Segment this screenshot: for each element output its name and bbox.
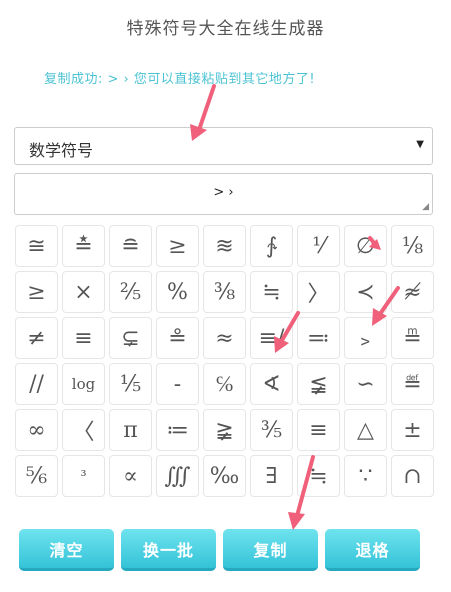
symbol-cell[interactable]: ≞ — [391, 317, 434, 359]
symbol-cell[interactable]: ≩ — [203, 409, 246, 451]
symbol-cell[interactable]: % — [156, 271, 199, 313]
symbol-cell[interactable]: // — [15, 363, 58, 405]
symbol-cell[interactable]: ≛ — [62, 225, 105, 267]
symbol-cell[interactable]: ⅗ — [250, 409, 293, 451]
page-title: 特殊符号大全在线生成器 — [126, 19, 325, 39]
symbol-cell[interactable]: ∽ — [344, 363, 387, 405]
clear-button[interactable]: 清空 — [19, 529, 114, 571]
symbol-cell[interactable]: ⅕ — [109, 363, 152, 405]
action-button-row: 清空 换一批 复制 退格 — [19, 529, 420, 571]
symbol-cell[interactable]: π — [109, 409, 152, 451]
symbol-cell[interactable]: ≘ — [109, 225, 152, 267]
symbol-cell[interactable]: ∵ — [344, 455, 387, 497]
symbol-cell[interactable]: ∩ — [391, 455, 434, 497]
dropdown-caret-icon: ▼ — [416, 139, 424, 150]
symbol-cell[interactable]: ∞ — [15, 409, 58, 451]
symbol-cell[interactable]: ³ — [62, 455, 105, 497]
copy-status-message: 复制成功: > › 您可以直接粘贴到其它地方了! — [44, 72, 316, 87]
symbol-cell[interactable]: ⅟ — [297, 225, 340, 267]
symbol-cell[interactable]: ⅛ — [391, 225, 434, 267]
symbol-cell[interactable]: ≨ — [297, 363, 340, 405]
symbol-cell[interactable]: ∃ — [250, 455, 293, 497]
symbol-cell[interactable]: ∭ — [156, 455, 199, 497]
symbol-cell[interactable]: ≗ — [156, 317, 199, 359]
symbol-cell[interactable]: × — [62, 271, 105, 313]
symbol-cell[interactable]: ≒ — [250, 271, 293, 313]
symbol-cell[interactable]: ≺ — [344, 271, 387, 313]
next-batch-button[interactable]: 换一批 — [121, 529, 216, 571]
symbol-cell[interactable]: ≡ — [297, 409, 340, 451]
symbol-cell[interactable]: ≥ — [156, 225, 199, 267]
copy-button[interactable]: 复制 — [223, 529, 318, 571]
symbol-cell[interactable]: ≥ — [15, 271, 58, 313]
symbol-cell[interactable]: ≡ — [62, 317, 105, 359]
symbol-cell[interactable]: log — [62, 363, 105, 405]
symbol-cell[interactable]: ∱ — [250, 225, 293, 267]
symbol-cell[interactable]: ≅ — [15, 225, 58, 267]
symbol-cell[interactable]: ≝ — [391, 363, 434, 405]
symbol-generator-page: 特殊符号大全在线生成器 复制成功: > › 您可以直接粘贴到其它地方了! 数学符… — [0, 0, 451, 592]
symbol-cell[interactable]: ⊊ — [109, 317, 152, 359]
symbol-cell[interactable]: ⅚ — [15, 455, 58, 497]
symbol-cell[interactable]: ≕ — [297, 317, 340, 359]
resize-handle-icon[interactable]: ◢ — [422, 202, 429, 212]
symbol-grid: ≅ ≛ ≘ ≥ ≋ ∱ ⅟ ∅ ⅛ ≥ × ⅖ % ⅜ ≒ 〉 ≺ ≉ ≠ ≡ … — [15, 225, 434, 497]
symbol-cell[interactable]: ≈ — [203, 317, 246, 359]
symbol-cell[interactable]: ‰ — [203, 455, 246, 497]
symbol-cell[interactable]: 〉 — [297, 271, 340, 313]
symbol-cell[interactable]: ⅜ — [203, 271, 246, 313]
symbol-cell[interactable]: ∢ — [250, 363, 293, 405]
symbol-cell[interactable]: - — [156, 363, 199, 405]
symbol-cell[interactable]: ≋ — [203, 225, 246, 267]
symbol-cell[interactable]: ≒ — [297, 455, 340, 497]
symbol-cell[interactable]: ﹥ — [344, 317, 387, 359]
category-selected-value: 数学符号 — [29, 141, 94, 160]
symbol-cell[interactable]: ⅖ — [109, 271, 152, 313]
symbol-cell[interactable]: ≉ — [391, 271, 434, 313]
symbol-cell[interactable]: ≔ — [156, 409, 199, 451]
symbol-cell[interactable]: ≠ — [15, 317, 58, 359]
symbol-cell[interactable]: 〈 — [62, 409, 105, 451]
symbol-cell[interactable]: ± — [391, 409, 434, 451]
category-select[interactable]: 数学符号 ▼ — [14, 127, 433, 165]
symbol-cell[interactable]: △ — [344, 409, 387, 451]
backspace-button[interactable]: 退格 — [325, 529, 420, 571]
symbol-cell[interactable]: ∝ — [109, 455, 152, 497]
symbol-cell[interactable]: ∅ — [344, 225, 387, 267]
symbol-output-textarea[interactable]: > › ◢ — [14, 173, 433, 215]
symbol-cell[interactable]: ≡/ — [250, 317, 293, 359]
output-text: > › — [213, 185, 234, 200]
symbol-cell[interactable]: ℅ — [203, 363, 246, 405]
